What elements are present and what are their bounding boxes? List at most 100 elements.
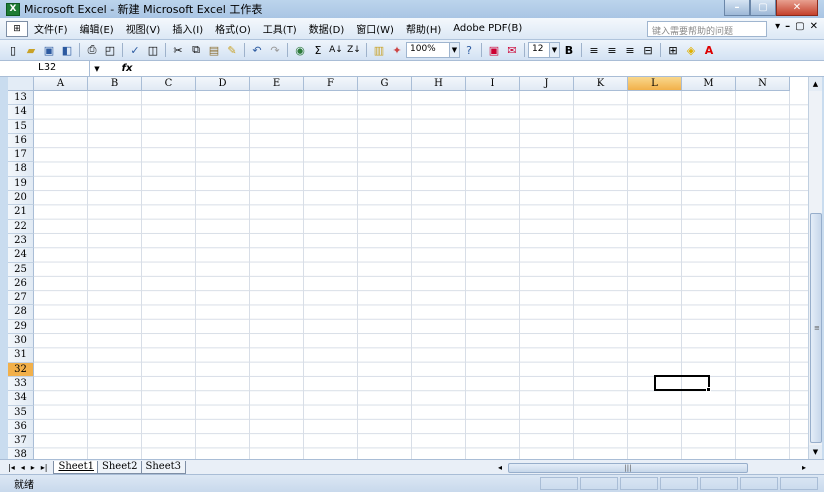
align-right-icon[interactable]: ≡ xyxy=(622,42,638,58)
row-header[interactable]: 31 xyxy=(8,348,34,363)
row-header[interactable]: 15 xyxy=(8,119,34,134)
fill-handle[interactable] xyxy=(706,387,711,392)
row-header[interactable]: 16 xyxy=(8,133,34,149)
spelling-icon[interactable]: ✓ xyxy=(127,42,143,58)
help-icon[interactable]: ? xyxy=(461,42,477,58)
font-size-dropdown-icon[interactable]: ▼ xyxy=(550,42,560,58)
row-header[interactable]: 23 xyxy=(8,233,34,249)
row-header[interactable]: 22 xyxy=(8,219,34,234)
row-header[interactable]: 33 xyxy=(8,376,34,392)
vertical-scroll-thumb[interactable]: ≡ xyxy=(810,213,822,443)
redo-icon[interactable]: ↷ xyxy=(267,42,283,58)
zoom-dropdown-icon[interactable]: ▼ xyxy=(450,42,460,58)
row-header[interactable]: 28 xyxy=(8,305,34,320)
autosum-icon[interactable]: Σ xyxy=(310,42,326,58)
sort-ascending-icon[interactable]: A↓ xyxy=(328,42,344,58)
sheet-tab-sheet1[interactable]: Sheet1 xyxy=(53,461,99,474)
row-header[interactable]: 14 xyxy=(8,105,34,120)
column-header-m[interactable]: M xyxy=(682,77,736,91)
prev-sheet-icon[interactable]: ◂ xyxy=(21,463,25,472)
row-header[interactable]: 30 xyxy=(8,334,34,349)
menu-file[interactable]: 文件(F) xyxy=(28,21,74,36)
menu-edit[interactable]: 编辑(E) xyxy=(74,21,120,36)
print-preview-icon[interactable]: ◰ xyxy=(102,42,118,58)
pdf-convert-icon[interactable]: ▣ xyxy=(486,42,502,58)
font-size-select[interactable]: 12 xyxy=(528,42,550,58)
row-header[interactable]: 17 xyxy=(8,148,34,163)
menu-data[interactable]: 数据(D) xyxy=(303,21,351,36)
vertical-scrollbar[interactable]: ▲ ≡ ▼ xyxy=(808,77,822,459)
row-header[interactable]: 29 xyxy=(8,319,34,335)
hyperlink-icon[interactable]: ◉ xyxy=(292,42,308,58)
close-button[interactable]: ✕ xyxy=(776,0,818,16)
menu-adobe-pdf[interactable]: Adobe PDF(B) xyxy=(447,23,528,34)
pdf-mail-icon[interactable]: ✉ xyxy=(504,42,520,58)
column-header-l[interactable]: L xyxy=(628,77,682,91)
scroll-left-icon[interactable]: ◂ xyxy=(494,463,506,472)
active-cell-l32[interactable] xyxy=(654,375,711,392)
font-color-icon[interactable]: A xyxy=(701,42,717,58)
formula-input[interactable] xyxy=(150,61,824,76)
copy-icon[interactable]: ⧉ xyxy=(188,42,204,58)
first-sheet-icon[interactable]: |◂ xyxy=(8,463,15,472)
column-header-a[interactable]: A xyxy=(34,77,88,91)
sheet-tab-sheet3[interactable]: Sheet3 xyxy=(140,461,187,474)
column-header-c[interactable]: C xyxy=(142,77,196,91)
menu-view[interactable]: 视图(V) xyxy=(120,21,167,36)
merge-center-icon[interactable]: ⊟ xyxy=(640,42,656,58)
align-center-icon[interactable]: ≡ xyxy=(604,42,620,58)
row-header[interactable]: 36 xyxy=(8,419,34,435)
row-header[interactable]: 25 xyxy=(8,262,34,277)
horizontal-scrollbar[interactable]: ◂ ||| ▸ xyxy=(494,462,810,473)
workbook-icon[interactable]: ⊞ xyxy=(6,20,28,37)
sort-descending-icon[interactable]: Z↓ xyxy=(346,42,362,58)
row-header[interactable]: 18 xyxy=(8,162,34,177)
paste-icon[interactable]: ▤ xyxy=(206,42,222,58)
row-header-active[interactable]: 32 xyxy=(8,362,34,377)
save-icon[interactable]: ▣ xyxy=(41,42,57,58)
scroll-right-icon[interactable]: ▸ xyxy=(798,463,810,472)
cut-icon[interactable]: ✂ xyxy=(170,42,186,58)
column-header-h[interactable]: H xyxy=(412,77,466,91)
minimize-button[interactable]: – xyxy=(724,0,750,16)
permission-icon[interactable]: ◧ xyxy=(59,42,75,58)
menu-format[interactable]: 格式(O) xyxy=(209,21,257,36)
row-header[interactable]: 38 xyxy=(8,448,34,459)
next-sheet-icon[interactable]: ▸ xyxy=(31,463,35,472)
name-box-dropdown-icon[interactable]: ▼ xyxy=(90,61,104,76)
drawing-icon[interactable]: ✦ xyxy=(389,42,405,58)
row-header[interactable]: 26 xyxy=(8,276,34,292)
column-header-n[interactable]: N xyxy=(736,77,790,91)
menu-help[interactable]: 帮助(H) xyxy=(400,21,447,36)
maximize-button[interactable]: ▢ xyxy=(750,0,776,16)
row-header[interactable]: 37 xyxy=(8,434,34,449)
menu-insert[interactable]: 插入(I) xyxy=(166,21,209,36)
select-all-corner[interactable] xyxy=(8,77,34,91)
sheet-tab-sheet2[interactable]: Sheet2 xyxy=(96,461,143,474)
column-header-d[interactable]: D xyxy=(196,77,250,91)
row-header[interactable]: 35 xyxy=(8,405,34,420)
column-header-g[interactable]: G xyxy=(358,77,412,91)
column-header-k[interactable]: K xyxy=(574,77,628,91)
column-header-j[interactable]: J xyxy=(520,77,574,91)
row-header[interactable]: 27 xyxy=(8,291,34,306)
workbook-close-button[interactable]: ✕ xyxy=(810,21,818,32)
column-header-b[interactable]: B xyxy=(88,77,142,91)
workbook-minimize-button[interactable]: – xyxy=(785,21,790,32)
row-header[interactable]: 19 xyxy=(8,176,34,192)
print-icon[interactable]: ⎙ xyxy=(84,42,100,58)
help-search-input[interactable]: 键入需要帮助的问题 xyxy=(647,21,767,37)
format-painter-icon[interactable]: ✎ xyxy=(224,42,240,58)
borders-icon[interactable]: ⊞ xyxy=(665,42,681,58)
undo-icon[interactable]: ↶ xyxy=(249,42,265,58)
new-file-icon[interactable]: ▯ xyxy=(5,42,21,58)
row-header[interactable]: 24 xyxy=(8,248,34,263)
fill-color-icon[interactable]: ◈ xyxy=(683,42,699,58)
row-header[interactable]: 21 xyxy=(8,205,34,220)
menu-window[interactable]: 窗口(W) xyxy=(350,21,400,36)
scroll-down-icon[interactable]: ▼ xyxy=(809,445,822,459)
column-header-f[interactable]: F xyxy=(304,77,358,91)
column-header-i[interactable]: I xyxy=(466,77,520,91)
chart-wizard-icon[interactable]: ▥ xyxy=(371,42,387,58)
menu-tools[interactable]: 工具(T) xyxy=(257,21,303,36)
